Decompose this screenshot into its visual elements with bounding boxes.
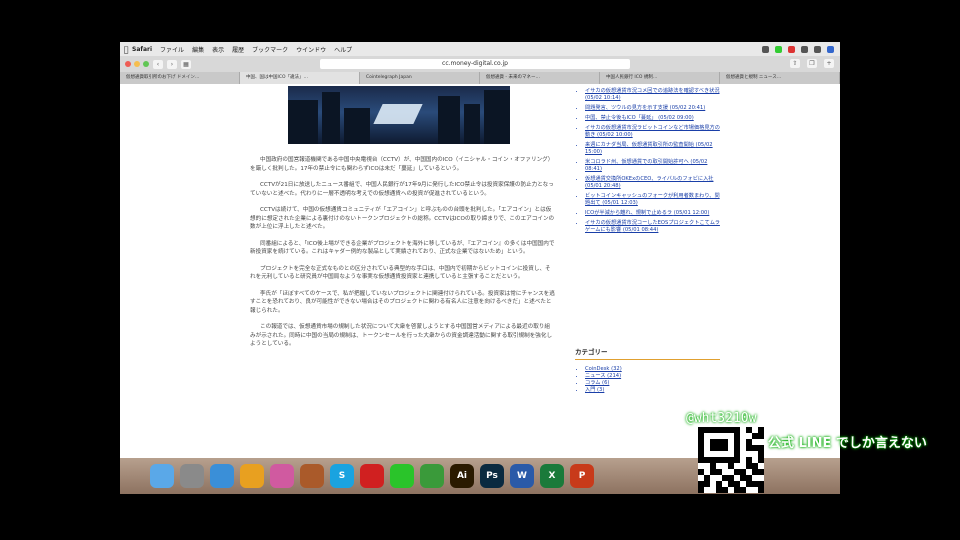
status-icon[interactable]	[788, 45, 795, 53]
recent-post-link[interactable]: 米コロラド州、仮想通貨での取引開始許可へ (05/02 08:41)	[585, 159, 720, 173]
tab[interactable]: 中国人民銀行 ICO 規制…	[600, 72, 720, 84]
status-icons	[762, 45, 840, 53]
wifi-icon[interactable]	[801, 45, 808, 53]
category-link[interactable]: CoinDesk (32)	[585, 366, 720, 373]
powerpoint-icon[interactable]: P	[570, 464, 594, 488]
recent-post-link[interactable]: ICOが半減から離れ、規制で止めるラ (05/01 12:00)	[585, 210, 720, 217]
finder-icon[interactable]	[150, 464, 174, 488]
article-paragraph: この報道では、仮想通貨市場の規制した状況について大衆を啓蒙しようとする中国国営メ…	[250, 324, 553, 347]
safari-icon[interactable]	[210, 464, 234, 488]
recent-post-link[interactable]: イサカの仮想通貨市況コメ回での追跡法を確認すべき状況 (05/02 10:14)	[585, 88, 720, 102]
forward-button[interactable]: ›	[167, 59, 177, 69]
recent-post-link[interactable]: イサカの仮想通貨市況コーしたEOSプロジェクトこてムラゲームにも影響 (05/0…	[585, 220, 720, 234]
article-paragraph: 中国政府の国営報道機関である中国中央電視台（CCTV）が、中国国内のICO（イニ…	[250, 157, 554, 172]
app-red-icon[interactable]	[360, 464, 384, 488]
tab-active[interactable]: 中国、国は中国ICO「違法」…	[240, 72, 360, 84]
menu-view[interactable]: 表示	[212, 45, 224, 54]
article-paragraph: 同番組によると、「ICO後上場ができる企業がプロジェクトを海外に移しているが、『…	[250, 240, 555, 256]
photos-icon[interactable]	[270, 464, 294, 488]
category-list: CoinDesk (32) ニュース (214) コラム (6) 入門 (3)	[575, 366, 720, 394]
apple-icon[interactable]: 	[120, 45, 132, 54]
recent-posts: イサカの仮想通貨市況コメ回での追跡法を確認すべき状況 (05/02 10:14)…	[575, 88, 720, 237]
sidebar-toggle-button[interactable]: ▦	[181, 59, 191, 69]
recent-post-link[interactable]: 来週にカナダ当局、仮想通貨取引所の監査開始 (05/02 15:00)	[585, 142, 720, 156]
article-body: 中国政府の国営報道機関である中国中央電視台（CCTV）が、中国国内のICO（イニ…	[250, 156, 555, 357]
article-paragraph: CCTVが21日に放送したニュース番組で、中国人民銀行が17年9月に発行したIC…	[250, 182, 554, 197]
menu-app-name[interactable]: Safari	[132, 46, 152, 53]
menubar:  Safari ファイル 編集 表示 履歴 ブックマーク ウインドウ ヘルプ	[120, 42, 840, 56]
category-link[interactable]: 入門 (3)	[585, 387, 720, 394]
books-icon[interactable]	[300, 464, 324, 488]
close-window-button[interactable]	[125, 61, 131, 67]
category-link[interactable]: ニュース (214)	[585, 373, 720, 380]
overlay-line-text: 公式 LINE でしか言えない	[768, 436, 927, 451]
launchpad-icon[interactable]	[180, 464, 204, 488]
menu-history[interactable]: 履歴	[232, 45, 244, 54]
category-heading: カテゴリー	[575, 346, 720, 360]
address-bar[interactable]: cc.money-digital.co.jp	[320, 59, 630, 69]
battery-icon[interactable]	[814, 45, 821, 53]
tab[interactable]: Cointelegraph Japan	[360, 72, 480, 84]
zoom-window-button[interactable]	[143, 61, 149, 67]
illustrator-icon[interactable]: Ai	[450, 464, 474, 488]
spotlight-icon[interactable]	[827, 45, 834, 53]
tab[interactable]: 仮想通貨と規制 ニュース…	[720, 72, 840, 84]
window-controls	[125, 61, 149, 67]
line-status-icon[interactable]	[775, 45, 782, 53]
chrome-icon[interactable]	[240, 464, 264, 488]
article-paragraph: CCTVは続けて、中国の仮想通貨コミュニティが「エアコイン」と呼ぶものの台頭を批…	[250, 207, 555, 230]
qr-code	[698, 427, 764, 493]
recent-post-link[interactable]: 問題発言、ツウルの見方を示す支援 (05/02 20:41)	[585, 105, 720, 112]
line-icon[interactable]	[390, 464, 414, 488]
article-paragraph: 李氏が「ほぼすべてのケースで、私が把握していないプロジェクトに関連付けられている…	[250, 290, 555, 314]
article-hero-image	[288, 86, 510, 144]
overlay-handle: @wht3210w	[686, 411, 757, 426]
photoshop-icon[interactable]: Ps	[480, 464, 504, 488]
word-icon[interactable]: W	[510, 464, 534, 488]
back-button[interactable]: ‹	[153, 59, 163, 69]
menu-file[interactable]: ファイル	[160, 45, 184, 54]
menu-bookmarks[interactable]: ブックマーク	[252, 45, 288, 54]
recent-post-link[interactable]: ビットコインキャッシュのフォークが利用者数まわり、問題出て (05/01 12:…	[585, 193, 720, 207]
tab[interactable]: 仮想通貨取引所のお下げ ドメイン…	[120, 72, 240, 84]
evernote-icon[interactable]	[420, 464, 444, 488]
tabs-overview-button[interactable]: ❐	[807, 59, 817, 68]
tab-bar: 仮想通貨取引所のお下げ ドメイン… 中国、国は中国ICO「違法」… Cointe…	[120, 72, 840, 84]
menu-help[interactable]: ヘルプ	[334, 45, 352, 54]
tab[interactable]: 仮想通貨 - 未来のマネー…	[480, 72, 600, 84]
article-paragraph: プロジェクトを完全な正式なものとの区分されている典型的な手口は、中国内で初期から…	[250, 265, 551, 281]
status-icon[interactable]	[762, 45, 769, 53]
recent-post-link[interactable]: 中国、禁止令後もICO「蔓延」 (05/02 09:00)	[585, 115, 720, 122]
toolbar-right: ⇧ ❐ +	[786, 59, 834, 68]
share-button[interactable]: ⇧	[790, 59, 800, 68]
screen:  Safari ファイル 編集 表示 履歴 ブックマーク ウインドウ ヘルプ	[120, 0, 927, 540]
browser-toolbar: ‹ › ▦ cc.money-digital.co.jp ⇧ ❐ +	[120, 56, 840, 72]
minimize-window-button[interactable]	[134, 61, 140, 67]
excel-icon[interactable]: X	[540, 464, 564, 488]
menu-window[interactable]: ウインドウ	[296, 45, 326, 54]
menu-edit[interactable]: 編集	[192, 45, 204, 54]
skype-icon[interactable]: S	[330, 464, 354, 488]
new-tab-button[interactable]: +	[824, 59, 834, 68]
category-link[interactable]: コラム (6)	[585, 380, 720, 387]
recent-post-link[interactable]: イサカの仮想通貨市況ラビットコインなど市場価格見方の動き (05/02 10:0…	[585, 125, 720, 139]
recent-post-link[interactable]: 仮想通貨交換所OKExのCEO、ライバルのフォビに入社 (05/01 20:48…	[585, 176, 720, 190]
